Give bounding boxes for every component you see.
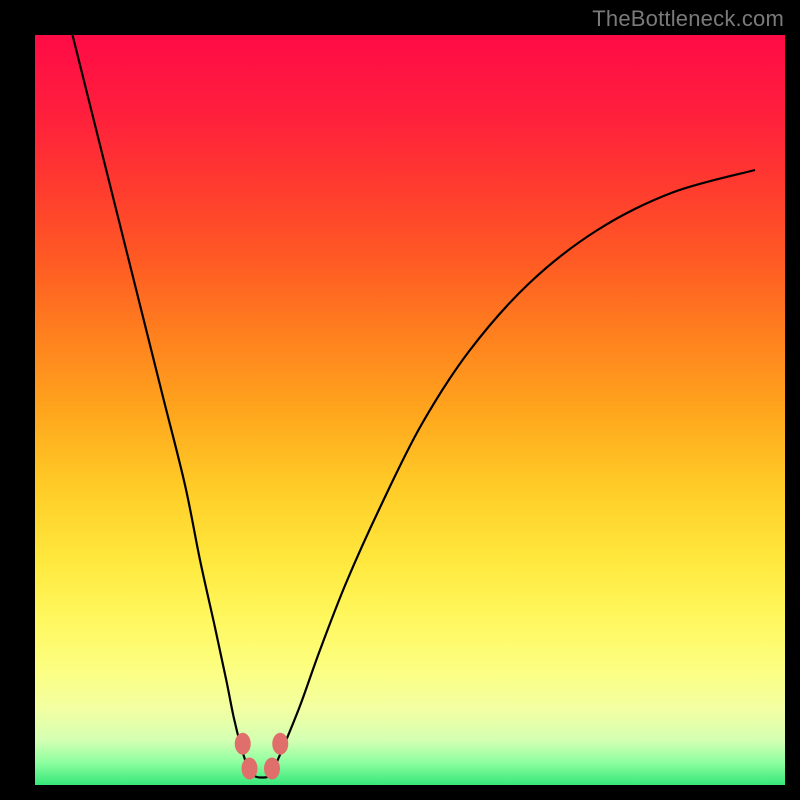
chart-frame: TheBottleneck.com bbox=[0, 0, 800, 800]
watermark-text: TheBottleneck.com bbox=[592, 6, 784, 32]
marker-outer-left bbox=[235, 733, 251, 755]
curve-layer bbox=[35, 35, 785, 785]
curve-left-branch bbox=[73, 35, 248, 766]
bottleneck-curve bbox=[73, 35, 756, 778]
marker-outer-right bbox=[272, 733, 288, 755]
marker-inner-right bbox=[264, 758, 280, 780]
plot-area bbox=[35, 35, 785, 785]
marker-inner-left bbox=[242, 758, 258, 780]
curve-right-branch bbox=[275, 170, 755, 766]
